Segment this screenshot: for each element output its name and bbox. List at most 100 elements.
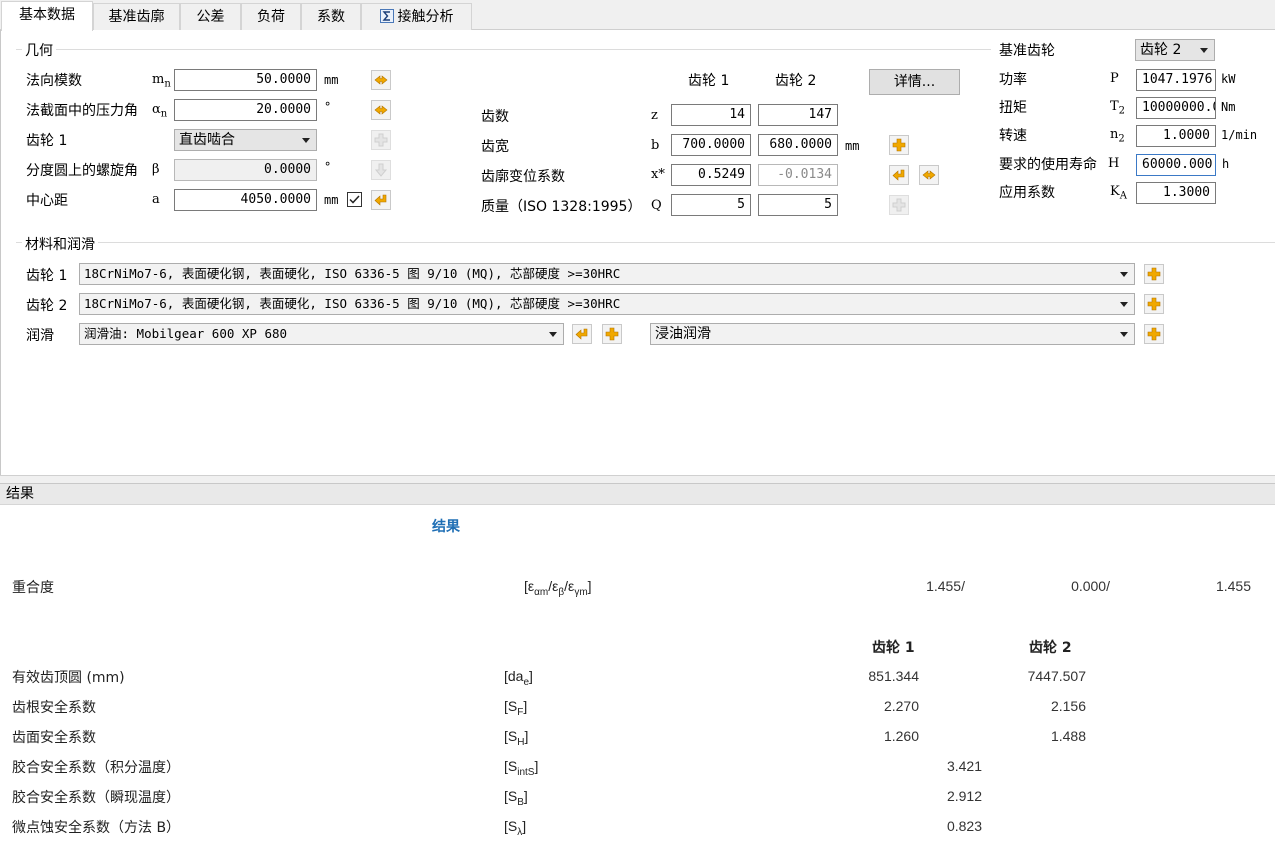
material-gear1-label: 齿轮 1 [26,268,68,284]
result-row-symbol: [SF] [504,698,528,718]
teeth-gear2-input[interactable]: 147 [758,104,838,126]
face-width-symbol: b [651,138,660,153]
result-row-label: 齿根安全系数 [12,700,96,716]
lubrication-type-select[interactable]: 浸油润滑 [650,323,1135,345]
chevron-down-icon [1200,48,1208,53]
material-gear2-select[interactable]: 18CrNiMo7-6, 表面硬化钢, 表面硬化, ISO 6336-5 图 9… [79,293,1135,315]
sizing-button-center-distance[interactable] [371,190,391,210]
torque-input[interactable]: 10000000.0 [1136,97,1216,119]
power-input[interactable]: 1047.1976 [1136,69,1216,91]
reference-gear-select[interactable]: 齿轮 2 [1135,39,1215,61]
speed-input[interactable]: 1.0000 [1136,125,1216,147]
center-distance-unit: mm [324,193,339,207]
center-distance-symbol: a [152,192,160,207]
torque-label: 扭矩 [999,100,1027,116]
profile-shift-symbol: x* [651,167,665,182]
panel-splitter[interactable] [0,475,1275,483]
helix-angle-input[interactable]: 0.0000 [174,159,317,181]
service-life-input[interactable]: 60000.000 [1136,154,1216,176]
quality-plus-button [889,195,909,215]
arrow-down-icon [374,163,388,177]
result-row-symbol: [SB] [504,788,528,808]
result-row-symbol: [SintS] [504,758,539,778]
normal-module-symbol: mn [152,72,171,90]
result-row-gear1: 851.344 [868,668,919,684]
contact-ratio-gamma: 1.455 [1215,578,1251,594]
geometry-group-title: 几何 [22,40,56,60]
helix-angle-symbol: β [152,162,160,177]
details-button[interactable]: 详情... [869,69,960,95]
normal-module-unit: mm [324,73,339,87]
gear1-type-label: 齿轮 1 [26,133,68,149]
lubricant-plus-button[interactable] [602,324,622,344]
reference-gear-label: 基准齿轮 [999,43,1055,59]
material-gear1-plus-button[interactable] [1144,264,1164,284]
tab-tolerances[interactable]: 公差 [180,3,241,30]
gear-type-select[interactable]: 直齿啮合 [174,129,317,151]
panel-border [0,30,1,475]
sizing-button-type [371,130,391,150]
column-gear2: 齿轮 2 [775,73,817,89]
face-width-gear2-input[interactable]: 680.0000 [758,134,838,156]
teeth-gear1-input[interactable]: 14 [671,104,751,126]
tab-contact-analysis[interactable]: 接触分析 [361,3,472,30]
application-factor-symbol: KA [1110,184,1127,202]
power-symbol: P [1110,71,1119,86]
tab-factors[interactable]: 系数 [301,3,361,30]
material-gear2-plus-button[interactable] [1144,294,1164,314]
lubrication-label: 润滑 [26,328,54,344]
lubricant-select[interactable]: 润滑油: Mobilgear 600 XP 680 [79,323,564,345]
quality-gear2-input[interactable]: 5 [758,194,838,216]
center-distance-checkbox[interactable] [347,192,362,207]
result-row-value: 2.912 [946,788,982,804]
double-arrow-icon [374,75,388,85]
result-row-label: 微点蚀安全系数（方法 B） [12,820,181,836]
normal-module-input[interactable]: 50.0000 [174,69,317,91]
result-row-symbol: [Sλ] [504,818,527,838]
material-gear1-select[interactable]: 18CrNiMo7-6, 表面硬化钢, 表面硬化, ISO 6336-5 图 9… [79,263,1135,285]
arrow-return-icon [575,328,588,340]
application-factor-input[interactable]: 1.3000 [1136,182,1216,204]
quality-label: 质量（ISO 1328:1995） [481,199,642,215]
sizing-button-pressure[interactable] [371,100,391,120]
helix-angle-label: 分度圆上的螺旋角 [26,163,138,179]
plus-icon [1147,297,1161,311]
results-column-gear1: 齿轮 1 [872,640,915,656]
result-row-label: 胶合安全系数（瞬现温度） [12,790,180,806]
plus-icon [892,138,906,152]
plus-icon [1147,267,1161,281]
profile-shift-gear1-input[interactable]: 0.5249 [671,164,751,186]
face-width-gear1-input[interactable]: 700.0000 [671,134,751,156]
arrow-return-icon [892,169,905,181]
tab-reference-profile[interactable]: 基准齿廓 [93,3,180,30]
double-arrow-icon [922,170,936,180]
material-gear2-label: 齿轮 2 [26,298,68,314]
lubrication-type-plus-button[interactable] [1144,324,1164,344]
profile-shift-gear2-input[interactable]: -0.0134 [758,164,838,186]
tab-basic-data[interactable]: 基本数据 [1,1,93,31]
center-distance-input[interactable]: 4050.0000 [174,189,317,211]
power-unit: kW [1221,72,1236,86]
pressure-angle-input[interactable]: 20.0000 [174,99,317,121]
lubricant-return-button[interactable] [572,324,592,344]
torque-unit: Nm [1221,100,1236,114]
face-width-unit: mm [845,139,860,153]
teeth-symbol: z [651,108,658,123]
profile-shift-return-button[interactable] [889,165,909,185]
application-factor-label: 应用系数 [999,185,1055,201]
chevron-down-icon [1120,302,1128,307]
center-distance-label: 中心距 [26,193,68,209]
speed-label: 转速 [999,128,1027,144]
checkmark-icon [349,195,360,204]
plus-icon [374,133,388,147]
materials-group-title: 材料和润滑 [22,234,98,254]
pressure-angle-label: 法截面中的压力角 [26,103,138,119]
face-width-plus-button[interactable] [889,135,909,155]
result-row-symbol: [dae] [504,668,533,688]
service-life-label: 要求的使用寿命 [999,157,1097,173]
quality-gear1-input[interactable]: 5 [671,194,751,216]
profile-shift-sizing-button[interactable] [919,165,939,185]
tab-load[interactable]: 负荷 [241,3,301,30]
sizing-button-module[interactable] [371,70,391,90]
result-row-gear1: 1.260 [883,728,919,744]
